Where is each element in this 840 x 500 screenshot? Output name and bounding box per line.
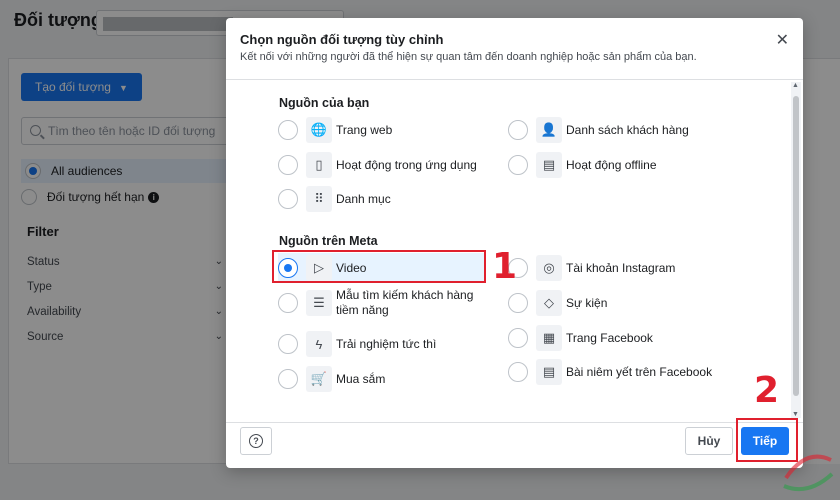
option-label: Danh sách khách hàng (566, 122, 689, 137)
source-option-app-activity[interactable]: ▯ Hoạt động trong ứng dụng (278, 150, 477, 180)
cart-icon: 🛒 (306, 366, 332, 392)
option-label: Trang web (336, 122, 393, 137)
option-label: Mẫu tìm kiếm khách hàng tiềm năng (336, 288, 474, 317)
option-label: Hoạt động trong ứng dụng (336, 157, 477, 172)
source-option-instant-experience[interactable]: ϟ Trải nghiệm tức thì (278, 329, 436, 359)
source-option-catalog[interactable]: ⠿ Danh mục (278, 184, 391, 214)
option-label: Bài niêm yết trên Facebook (566, 364, 713, 379)
tag-icon: ◇ (536, 290, 562, 316)
instagram-icon: ◎ (536, 255, 562, 281)
highlight-box-video (272, 250, 486, 283)
source-option-offline[interactable]: ▤ Hoạt động offline (508, 150, 657, 180)
custom-audience-source-dialog: Chọn nguồn đối tượng tùy chỉnh Kết nối v… (226, 18, 803, 468)
option-label: Trang Facebook (566, 330, 653, 345)
radio-instant-experience[interactable] (278, 334, 298, 354)
source-option-customer-list[interactable]: 👤 Danh sách khách hàng (508, 115, 689, 145)
radio-shopping[interactable] (278, 369, 298, 389)
radio-catalog[interactable] (278, 189, 298, 209)
step-number-1: 1 (492, 246, 518, 287)
store-icon: ▤ (536, 152, 562, 178)
section-your-sources: Nguồn của bạn (279, 96, 370, 110)
close-icon[interactable]: ✕ (776, 30, 789, 50)
dialog-title: Chọn nguồn đối tượng tùy chỉnh (240, 32, 444, 47)
option-label: Trải nghiệm tức thì (336, 336, 437, 351)
radio-facebook-listing[interactable] (508, 362, 528, 382)
help-button[interactable]: ? (240, 427, 272, 455)
radio-customer-list[interactable] (508, 120, 528, 140)
globe-icon: 🌐 (306, 117, 332, 143)
grid-icon: ⠿ (306, 186, 332, 212)
scrollbar-thumb[interactable] (793, 96, 799, 396)
option-label: Danh mục (336, 191, 391, 206)
cancel-button[interactable]: Hủy (685, 427, 733, 455)
option-label: Tài khoản Instagram (566, 260, 676, 275)
source-option-event[interactable]: ◇ Sự kiện (508, 288, 607, 318)
section-meta-sources: Nguồn trên Meta (279, 234, 378, 248)
divider (226, 422, 803, 423)
radio-app-activity[interactable] (278, 155, 298, 175)
source-option-facebook-listing[interactable]: ▤ Bài niêm yết trên Facebook (508, 357, 712, 387)
source-option-shopping[interactable]: 🛒 Mua sắm (278, 364, 385, 394)
source-option-lead-form[interactable]: ☰ Mẫu tìm kiếm khách hàng tiềm năng (278, 285, 488, 321)
page-icon: ▦ (536, 325, 562, 351)
customer-list-icon: 👤 (536, 117, 562, 143)
option-label: Mua sắm (336, 371, 386, 386)
radio-offline[interactable] (508, 155, 528, 175)
dialog-subtitle: Kết nối với những người đã thể hiện sự q… (240, 51, 697, 63)
listing-icon: ▤ (536, 359, 562, 385)
scroll-down-icon[interactable]: ▼ (792, 411, 799, 418)
radio-lead-form[interactable] (278, 293, 298, 313)
lead-form-icon: ☰ (306, 290, 332, 316)
mobile-icon: ▯ (306, 152, 332, 178)
question-icon: ? (249, 434, 263, 448)
scroll-up-icon[interactable]: ▲ (792, 82, 799, 89)
source-option-instagram[interactable]: ◎ Tài khoản Instagram (508, 253, 675, 283)
option-label: Sự kiện (566, 295, 608, 310)
lightning-icon: ϟ (306, 331, 332, 357)
radio-facebook-page[interactable] (508, 328, 528, 348)
radio-website[interactable] (278, 120, 298, 140)
step-number-2: 2 (754, 370, 780, 411)
scrollbar[interactable]: ▲ ▼ (791, 82, 801, 418)
option-label: Hoạt động offline (566, 157, 657, 172)
watermark-logo (783, 454, 834, 491)
source-option-website[interactable]: 🌐 Trang web (278, 115, 392, 145)
source-option-facebook-page[interactable]: ▦ Trang Facebook (508, 323, 653, 353)
radio-event[interactable] (508, 293, 528, 313)
